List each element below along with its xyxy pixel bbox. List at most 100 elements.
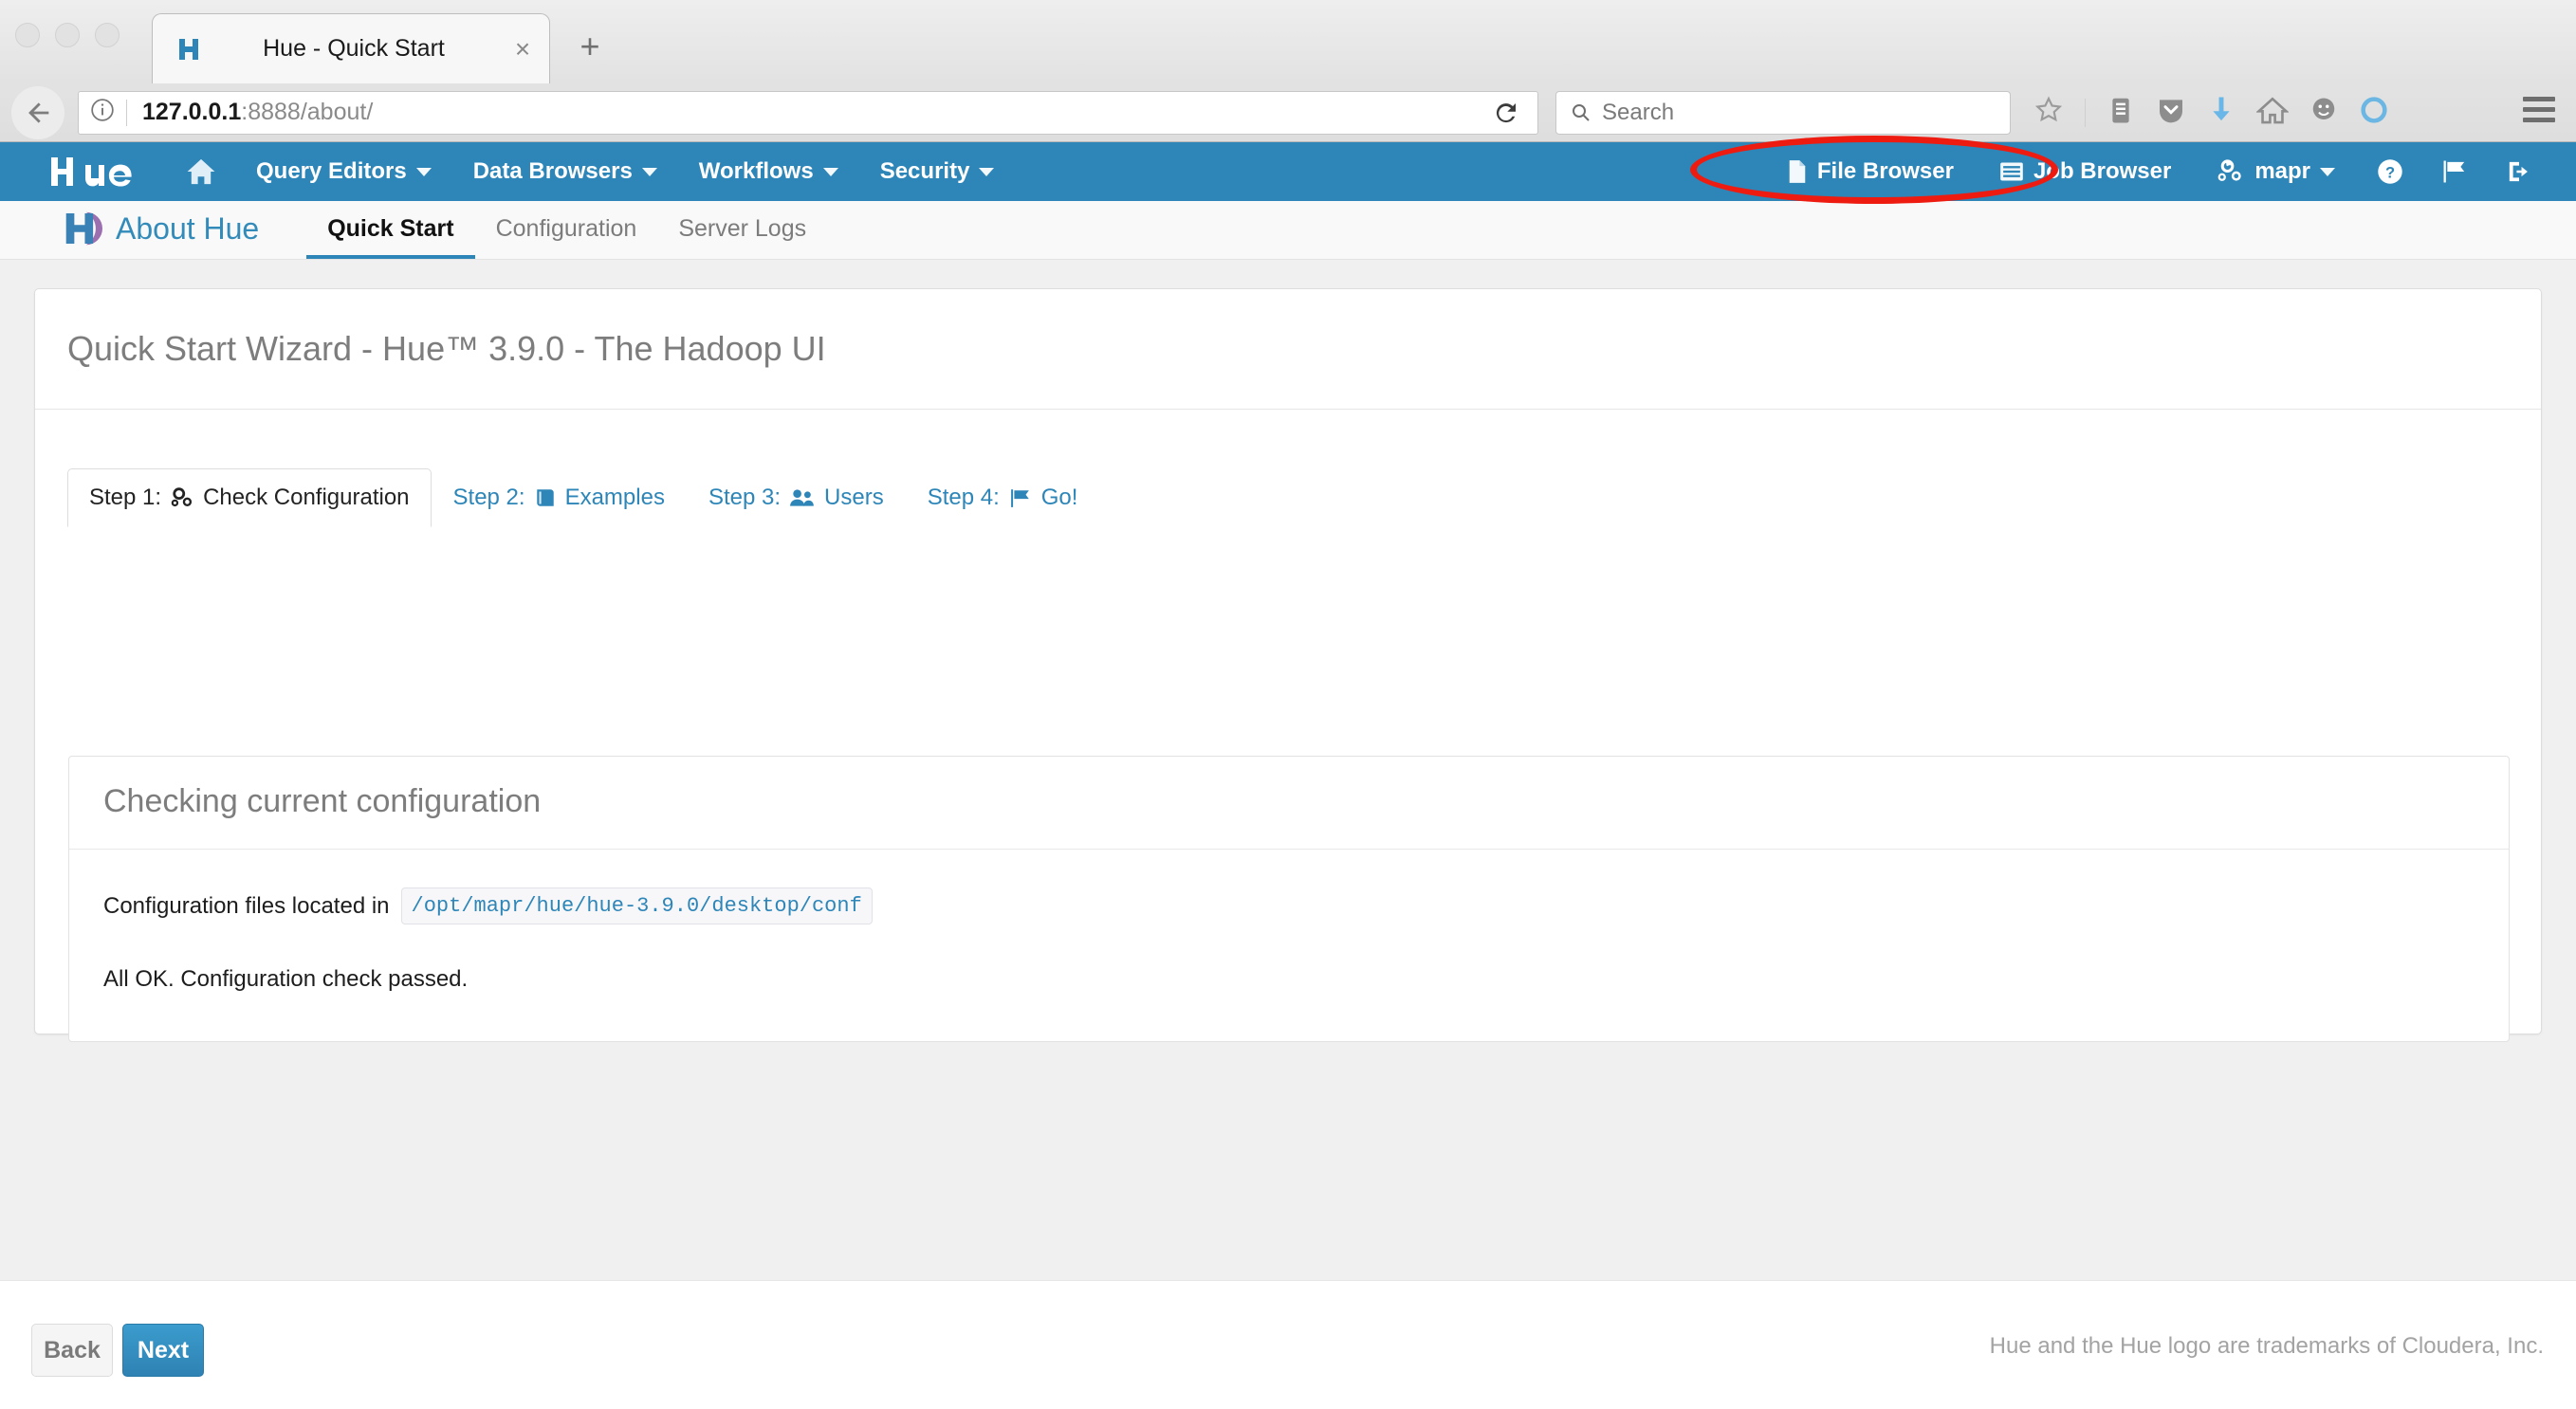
nav-item-label: mapr: [2254, 158, 2310, 184]
hue-nav-items: Query Editors Data Browsers Workflows Se…: [235, 158, 1015, 185]
hue-main-navbar: Query Editors Data Browsers Workflows Se…: [0, 142, 2576, 201]
nav-item-workflows[interactable]: Workflows: [678, 158, 859, 185]
chevron-down-icon: [2320, 167, 2335, 176]
chevron-down-icon: [822, 167, 838, 176]
nav-item-user-mapr[interactable]: mapr: [2194, 158, 2358, 185]
step-label: Step 2:: [452, 485, 525, 510]
chevron-down-icon: [641, 167, 657, 176]
hue-brand-logo[interactable]: [46, 153, 144, 191]
nav-item-security[interactable]: Security: [859, 158, 1016, 185]
next-button[interactable]: Next: [122, 1324, 204, 1377]
step-name: Users: [824, 485, 884, 510]
window-traffic-lights: [15, 23, 120, 47]
step-tab-go[interactable]: Step 4: Go!: [906, 468, 1100, 527]
nav-item-label: File Browser: [1816, 158, 1954, 184]
window-close-button[interactable]: [15, 23, 40, 47]
config-path-label: Configuration files located in: [103, 892, 390, 919]
about-subnav: About Hue Quick Start Configuration Serv…: [0, 201, 2576, 260]
nav-item-label: Security: [879, 158, 970, 184]
browser-titlebar: Hue - Quick Start × +: [0, 0, 2576, 83]
site-info-icon[interactable]: [79, 98, 126, 127]
nav-item-job-browser[interactable]: Job Browser: [1977, 158, 2194, 185]
step-name: Examples: [564, 485, 665, 510]
back-arrow-icon[interactable]: [11, 85, 64, 139]
chevron-down-icon: [979, 167, 995, 176]
tab-configuration[interactable]: Configuration: [475, 215, 658, 259]
panel-heading: Checking current configuration: [69, 757, 2509, 850]
chevron-down-icon: [415, 167, 432, 176]
url-text: 127.0.0.1:8888/about/: [127, 99, 373, 126]
config-path-value: /opt/mapr/hue/hue-3.9.0/desktop/conf: [400, 887, 873, 924]
tab-quick-start[interactable]: Quick Start: [306, 215, 475, 259]
home-icon[interactable]: [180, 156, 222, 187]
step-label: Step 4:: [927, 485, 1000, 510]
flag-icon[interactable]: [2422, 158, 2487, 185]
window-minimize-button[interactable]: [55, 23, 80, 47]
new-tab-button[interactable]: +: [569, 27, 611, 68]
smiley-face-icon[interactable]: [2309, 96, 2338, 129]
pocket-shield-icon[interactable]: [2156, 95, 2186, 130]
step-tab-check-configuration[interactable]: Step 1: Check Configuration: [67, 468, 432, 527]
step-tab-examples[interactable]: Step 2: Examples: [432, 468, 687, 527]
library-icon[interactable]: [2107, 95, 2135, 130]
step-name: Check Configuration: [203, 485, 410, 510]
nav-item-data-browsers[interactable]: Data Browsers: [452, 158, 678, 185]
hue-logo-icon: [63, 210, 102, 247]
subnav-tabs: Quick Start Configuration Server Logs: [306, 215, 827, 259]
page-title: Quick Start Wizard - Hue™ 3.9.0 - The Ha…: [67, 329, 826, 368]
nav-item-query-editors[interactable]: Query Editors: [235, 158, 452, 185]
config-check-status: All OK. Configuration check passed.: [103, 966, 469, 992]
search-input[interactable]: Search: [1555, 90, 2011, 135]
url-bar[interactable]: 127.0.0.1:8888/about/: [78, 90, 1538, 135]
browser-tab-title: Hue - Quick Start: [263, 35, 445, 62]
nav-item-file-browser[interactable]: File Browser: [1764, 158, 1977, 185]
home-icon[interactable]: [2255, 95, 2290, 130]
nav-item-label: Job Browser: [2033, 158, 2172, 184]
wizard-step-tabs: Step 1: Check Configuration Step 2: Exam…: [67, 468, 2541, 527]
tab-server-logs[interactable]: Server Logs: [657, 215, 827, 259]
quick-start-card: Quick Start Wizard - Hue™ 3.9.0 - The Ha…: [34, 288, 2542, 1042]
window-maximize-button[interactable]: [95, 23, 120, 47]
tab-close-icon[interactable]: ×: [502, 34, 543, 64]
url-host: 127.0.0.1: [142, 99, 242, 125]
about-hue-brand[interactable]: About Hue: [63, 210, 259, 259]
toolbar-divider: [2085, 98, 2086, 127]
card-divider: [35, 409, 2541, 410]
url-path: :8888/about/: [241, 99, 374, 125]
download-arrow-icon[interactable]: [2207, 95, 2236, 130]
search-icon: [1570, 101, 1592, 124]
browser-toolbar-icons: [2033, 95, 2389, 130]
search-placeholder: Search: [1602, 99, 1675, 125]
book-icon: [534, 487, 557, 508]
about-hue-label: About Hue: [116, 210, 260, 246]
list-icon: [1999, 160, 2024, 183]
configuration-check-panel: Checking current configuration Configura…: [68, 756, 2510, 1042]
browser-toolbar: 127.0.0.1:8888/about/ Search: [0, 83, 2576, 141]
sync-circle-icon[interactable]: [2359, 95, 2389, 130]
gears-icon: [2217, 159, 2245, 184]
users-icon: [789, 487, 816, 508]
step-label: Step 1:: [89, 485, 162, 510]
sign-out-icon[interactable]: [2487, 158, 2551, 185]
config-path-row: Configuration files located in /opt/mapr…: [69, 850, 2509, 924]
flag-icon: [1008, 487, 1033, 508]
back-button[interactable]: Back: [31, 1324, 113, 1377]
hamburger-menu-icon[interactable]: [2523, 97, 2555, 128]
browser-tab[interactable]: Hue - Quick Start ×: [152, 13, 550, 83]
step-label: Step 3:: [708, 485, 782, 510]
step-name: Go!: [1040, 485, 1078, 510]
svg-text:?: ?: [2385, 163, 2395, 181]
file-icon: [1787, 159, 1808, 184]
bookmark-star-icon[interactable]: [2033, 95, 2064, 130]
nav-item-label: Data Browsers: [472, 158, 633, 184]
help-circle-icon[interactable]: ?: [2358, 158, 2422, 185]
step-tab-users[interactable]: Step 3: Users: [687, 468, 906, 527]
hue-nav-right: File Browser Job Browser mapr ?: [1764, 158, 2551, 185]
hue-logo-icon: [175, 34, 208, 64]
gears-icon: [170, 486, 194, 509]
footer-trademark-note: Hue and the Hue logo are trademarks of C…: [1989, 1333, 2544, 1359]
nav-item-label: Query Editors: [256, 158, 407, 184]
reload-icon[interactable]: [1488, 95, 1524, 131]
nav-item-label: Workflows: [698, 158, 814, 184]
browser-chrome: Hue - Quick Start × + 127.0.0.1:8888/abo…: [0, 0, 2576, 142]
